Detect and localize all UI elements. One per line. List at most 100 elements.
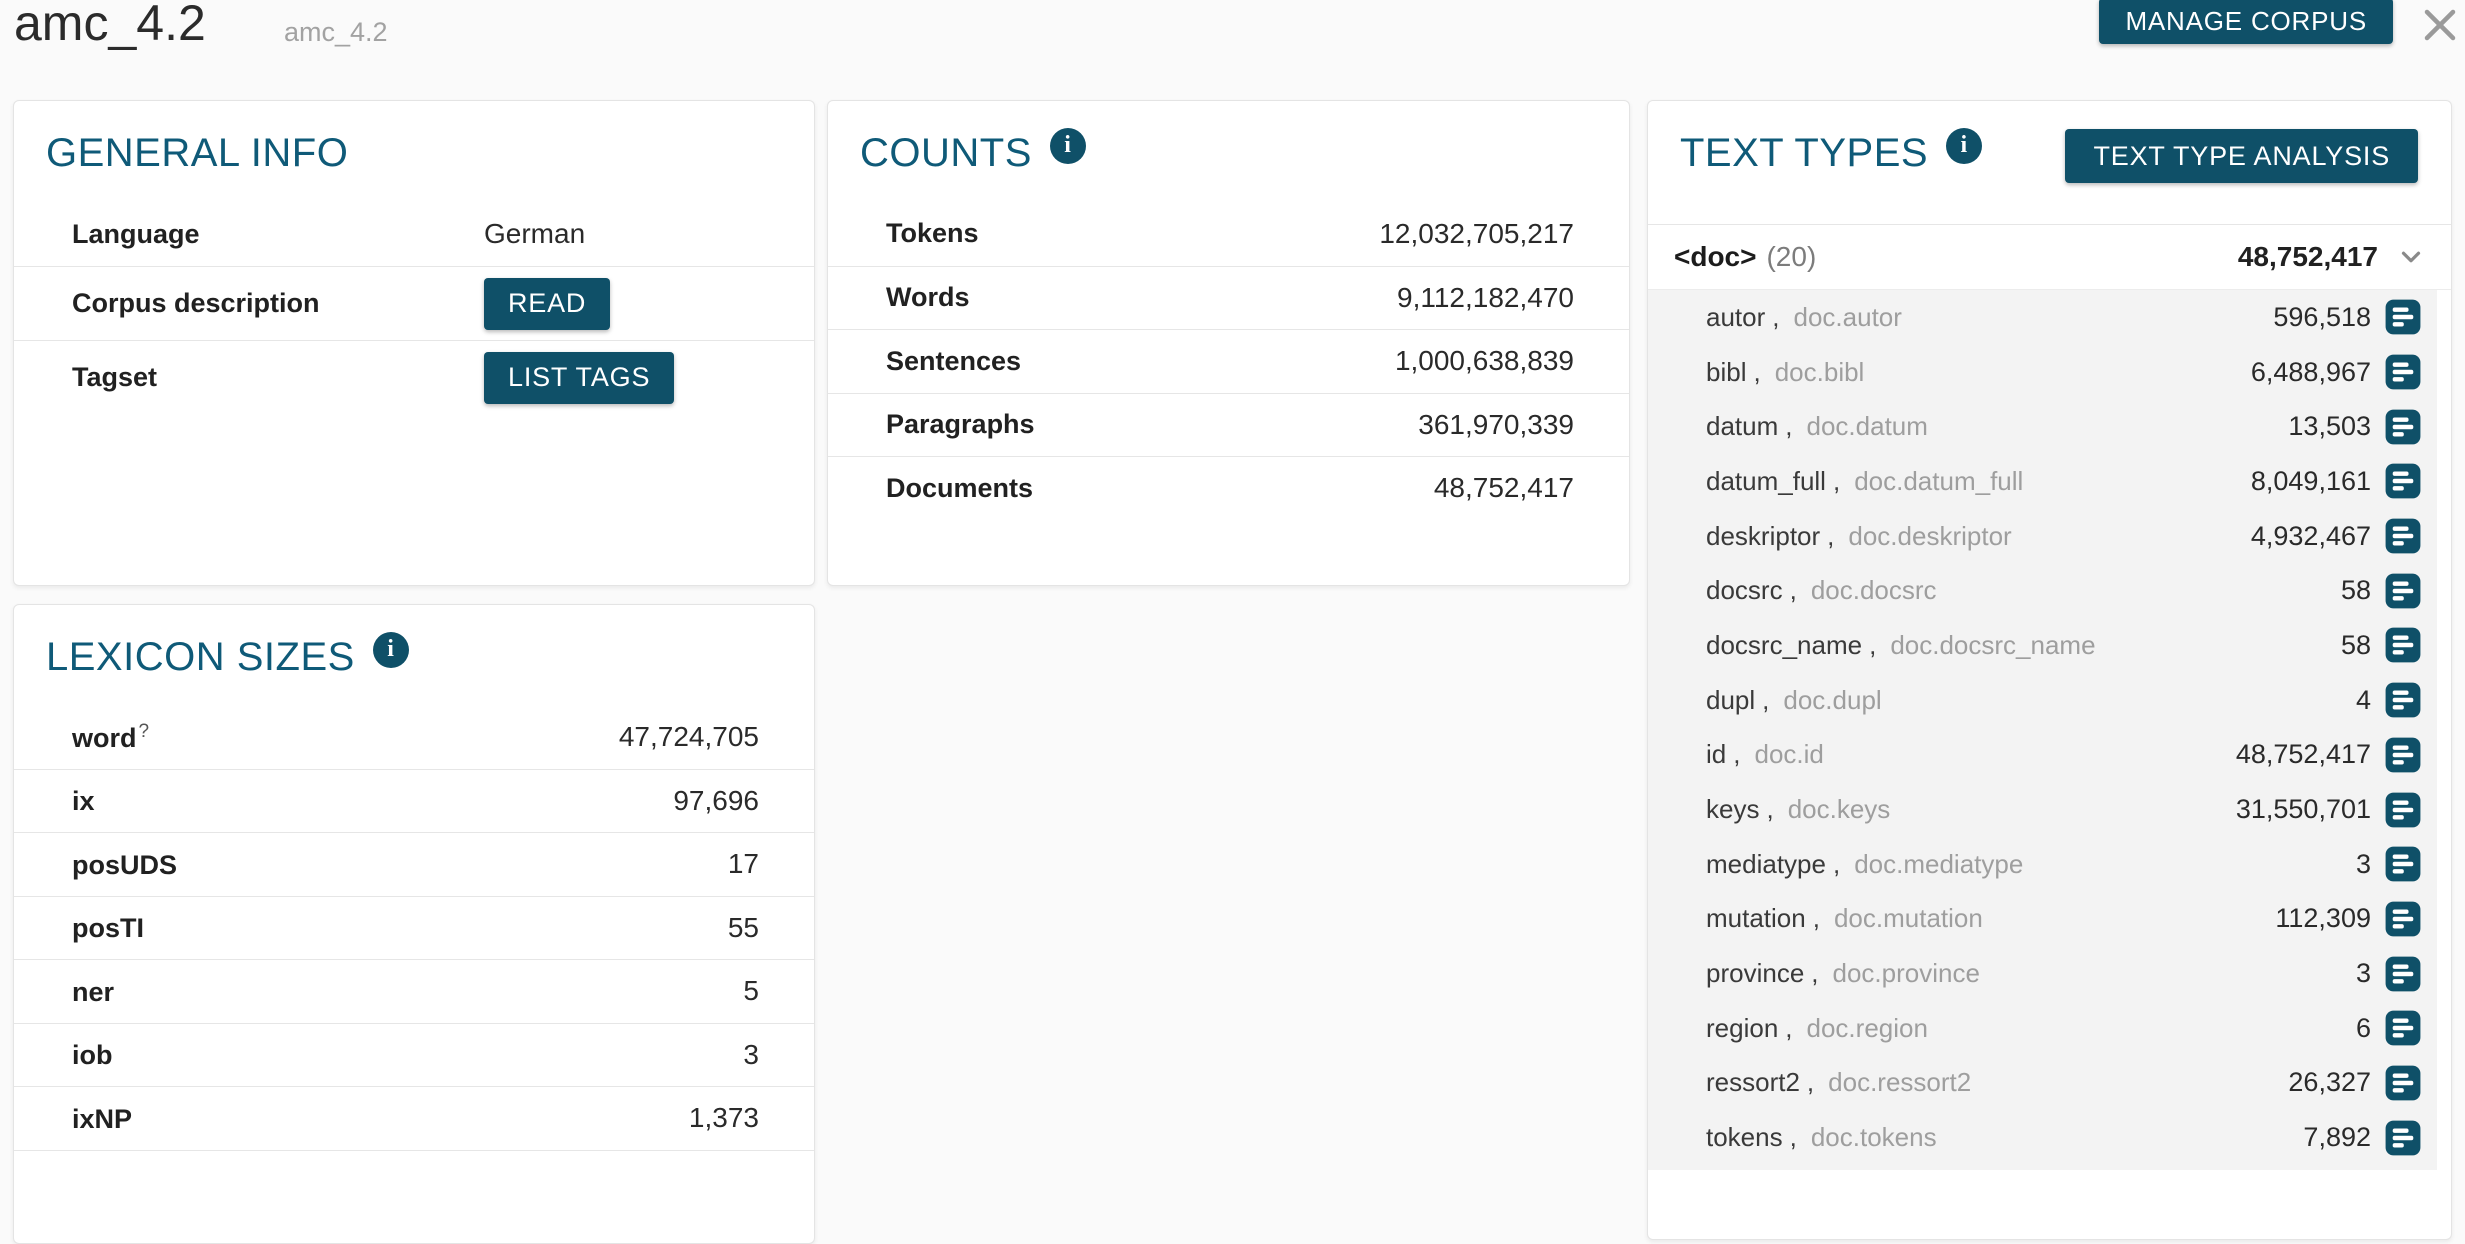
attribute-name: docsrc_name: [1706, 630, 1862, 661]
attribute-separator: ,: [1790, 1122, 1797, 1153]
read-button[interactable]: READ: [484, 278, 610, 330]
row-label: Language: [72, 219, 484, 250]
attribute-separator: ,: [1813, 903, 1820, 934]
row-label: Tagset: [72, 362, 484, 393]
attribute-name: region: [1706, 1013, 1778, 1044]
list-values-icon[interactable]: [2384, 408, 2422, 446]
attribute-path: doc.region: [1807, 1013, 1928, 1044]
info-icon[interactable]: i: [373, 632, 409, 668]
attribute-path: doc.id: [1754, 739, 1823, 770]
row-value: 55: [728, 912, 759, 944]
attribute-value: 8,049,161: [2251, 466, 2371, 497]
text-type-attribute-row: ressort2 , doc.ressort2 26,327: [1648, 1056, 2437, 1111]
attribute-separator: ,: [1833, 466, 1840, 497]
lexicon-row: posTI 55: [14, 897, 814, 961]
list-values-icon[interactable]: [2384, 1064, 2422, 1102]
attribute-footnote-mark: ?: [139, 721, 150, 742]
lexicon-row: ner 5: [14, 960, 814, 1024]
text-type-analysis-button[interactable]: TEXT TYPE ANALYSIS: [2065, 129, 2418, 183]
row-label: Corpus description: [72, 288, 484, 319]
attribute-path: doc.deskriptor: [1848, 521, 2011, 552]
attribute-value: 58: [2341, 575, 2371, 606]
text-type-attribute-row: mediatype , doc.mediatype 3: [1648, 837, 2437, 892]
list-values-icon[interactable]: [2384, 626, 2422, 664]
list-values-icon[interactable]: [2384, 681, 2422, 719]
lexicon-sizes-title: LEXICON SIZES i: [14, 605, 814, 680]
attribute-path: doc.docsrc: [1811, 575, 1937, 606]
text-types-header: TEXT TYPES i TEXT TYPE ANALYSIS: [1648, 101, 2451, 224]
counts-row: Paragraphs 361,970,339: [828, 393, 1629, 457]
list-values-icon[interactable]: [2384, 353, 2422, 391]
counts-title-text: COUNTS: [860, 131, 1032, 176]
list-tags-button[interactable]: LIST TAGS: [484, 352, 674, 404]
manage-corpus-button[interactable]: MANAGE CORPUS: [2099, 0, 2393, 44]
attribute-separator: ,: [1833, 849, 1840, 880]
text-type-attribute-row: docsrc , doc.docsrc 58: [1648, 563, 2437, 618]
attribute-separator: ,: [1785, 411, 1792, 442]
list-values-icon[interactable]: [2384, 298, 2422, 336]
chevron-down-icon[interactable]: [2396, 242, 2426, 272]
row-value: 1,373: [689, 1102, 759, 1134]
list-values-icon[interactable]: [2384, 1009, 2422, 1047]
attribute-name: posTI: [72, 913, 144, 943]
lexicon-sizes-panel: LEXICON SIZES i word? 47,724,705 ix 97,6…: [13, 604, 815, 1244]
doc-attribute-count: (20): [1766, 241, 1816, 273]
lexicon-rows: word? 47,724,705 ix 97,696 posUDS 17 pos…: [14, 706, 814, 1151]
text-type-attribute-row: autor , doc.autor 596,518: [1648, 290, 2437, 345]
attribute-value: 48,752,417: [2236, 739, 2371, 770]
attribute-separator: ,: [1762, 685, 1769, 716]
info-icon[interactable]: i: [1050, 128, 1086, 164]
row-value: 97,696: [673, 785, 759, 817]
attribute-value: 3: [2356, 958, 2371, 989]
row-value: 3: [743, 1039, 759, 1071]
counts-title: COUNTS i: [828, 101, 1629, 176]
lexicon-row: posUDS 17: [14, 833, 814, 897]
list-values-icon[interactable]: [2384, 462, 2422, 500]
attribute-name: iob: [72, 1040, 113, 1070]
attribute-name: province: [1706, 958, 1804, 989]
text-type-attribute-row: docsrc_name , doc.docsrc_name 58: [1648, 618, 2437, 673]
attribute-name: id: [1706, 739, 1726, 770]
lexicon-row: ixNP 1,373: [14, 1087, 814, 1151]
list-values-icon[interactable]: [2384, 572, 2422, 610]
attribute-name: word: [72, 723, 137, 753]
close-icon[interactable]: [2420, 5, 2460, 45]
attribute-value: 26,327: [2288, 1067, 2371, 1098]
attribute-name: autor: [1706, 302, 1765, 333]
list-values-icon[interactable]: [2384, 1119, 2422, 1157]
attribute-name: dupl: [1706, 685, 1755, 716]
list-values-icon[interactable]: [2384, 845, 2422, 883]
attribute-path: doc.province: [1833, 958, 1980, 989]
attribute-value: 4: [2356, 685, 2371, 716]
doc-structure-row[interactable]: <doc> (20) 48,752,417: [1648, 224, 2451, 290]
lexicon-row: iob 3: [14, 1024, 814, 1088]
attribute-name: bibl: [1706, 357, 1746, 388]
list-values-icon[interactable]: [2384, 736, 2422, 774]
general-info-panel: GENERAL INFO Language German Corpus desc…: [13, 100, 815, 586]
attribute-name: mediatype: [1706, 849, 1826, 880]
row-label: word?: [72, 721, 149, 754]
general-info-row-language: Language German: [14, 202, 814, 266]
list-values-icon[interactable]: [2384, 900, 2422, 938]
attribute-separator: ,: [1869, 630, 1876, 661]
text-type-attribute-row: datum_full , doc.datum_full 8,049,161: [1648, 454, 2437, 509]
counts-row: Tokens 12,032,705,217: [828, 202, 1629, 266]
text-type-attribute-row: id , doc.id 48,752,417: [1648, 728, 2437, 783]
lexicon-row: ix 97,696: [14, 770, 814, 834]
attribute-value: 7,892: [2303, 1122, 2371, 1153]
list-values-icon[interactable]: [2384, 955, 2422, 993]
text-type-attribute-row: dupl , doc.dupl 4: [1648, 673, 2437, 728]
attribute-path: doc.datum: [1807, 411, 1928, 442]
lexicon-sizes-title-text: LEXICON SIZES: [46, 635, 355, 680]
attribute-separator: ,: [1790, 575, 1797, 606]
list-values-icon[interactable]: [2384, 517, 2422, 555]
text-type-attribute-row: keys , doc.keys 31,550,701: [1648, 782, 2437, 837]
page-header: amc_4.2 amc_4.2 MANAGE CORPUS: [0, 0, 2465, 96]
list-values-icon[interactable]: [2384, 791, 2422, 829]
info-icon[interactable]: i: [1946, 128, 1982, 164]
text-types-title-text: TEXT TYPES: [1680, 131, 1928, 176]
attribute-path: doc.mutation: [1834, 903, 1983, 934]
counts-row: Sentences 1,000,638,839: [828, 329, 1629, 393]
text-type-attribute-row: province , doc.province 3: [1648, 946, 2437, 1001]
counts-row: Words 9,112,182,470: [828, 266, 1629, 330]
